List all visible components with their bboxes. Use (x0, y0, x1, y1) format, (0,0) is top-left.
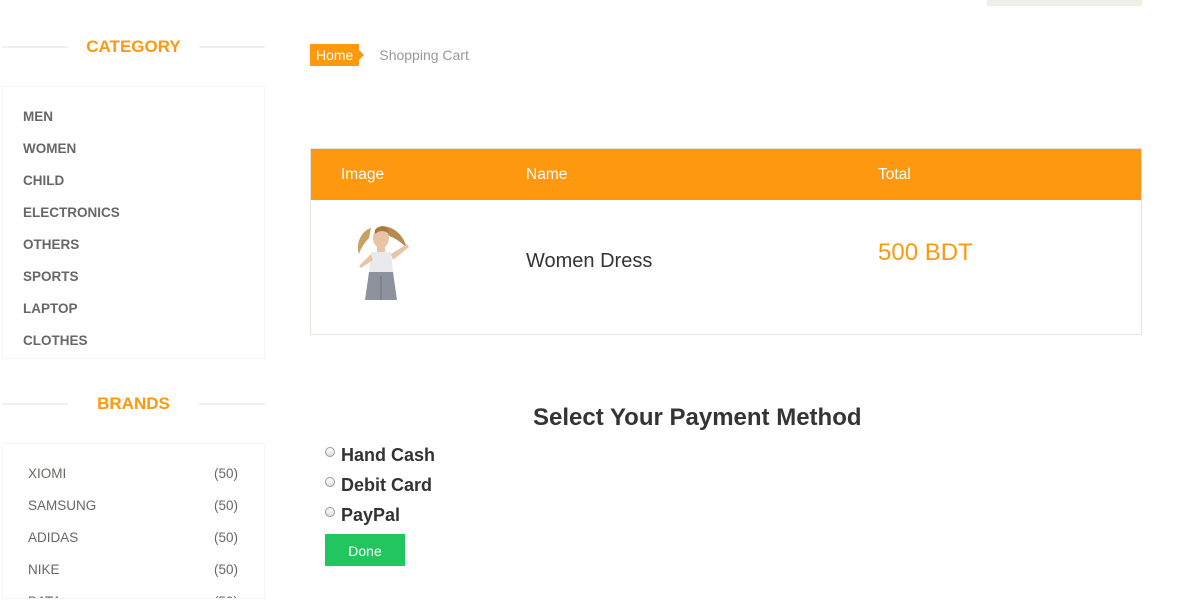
brand-count: (50) (213, 498, 238, 513)
cart-table-header: Image Name Total (311, 149, 1141, 200)
payment-option-label: Debit Card (341, 474, 433, 495)
payment-option-debit-card[interactable]: Debit Card (325, 470, 435, 500)
category-list: MEN WOMEN CHILD ELECTRONICS OTHERS SPORT… (2, 86, 265, 359)
header-total: Total (878, 166, 911, 183)
brand-item-adidas[interactable]: ADIDAS (50) (28, 522, 238, 554)
brand-count: (50) (213, 562, 238, 577)
payment-options: Hand Cash Debit Card PayPal (325, 440, 435, 530)
brands-list: XIOMI (50) SAMSUNG (50) ADIDAS (50) NIKE… (2, 443, 265, 599)
divider-left (2, 403, 68, 405)
category-item-sports[interactable]: SPORTS (23, 261, 244, 293)
divider-right (199, 403, 265, 405)
category-item-clothes[interactable]: CLOTHES (23, 325, 244, 357)
brand-item-samsung[interactable]: SAMSUNG (50) (28, 490, 238, 522)
brand-count: (50) (214, 586, 238, 598)
header-image: Image (341, 166, 385, 183)
payment-option-hand-cash[interactable]: Hand Cash (325, 440, 435, 470)
radio-button[interactable] (325, 447, 335, 457)
category-item-women[interactable]: WOMEN (23, 133, 244, 165)
brand-count: (50) (213, 530, 238, 545)
divider-right (199, 46, 265, 48)
breadcrumb-home-link[interactable]: Home (310, 44, 365, 66)
table-row: Women Dress 500 BDT (311, 200, 1141, 334)
radio-button[interactable] (325, 507, 335, 517)
brand-item-nike[interactable]: NIKE (50) (28, 554, 238, 586)
brand-item-bata[interactable]: BATA (50) (28, 586, 238, 598)
category-item-electronics[interactable]: ELECTRONICS (23, 197, 244, 229)
brand-item-xiomi[interactable]: XIOMI (50) (28, 458, 238, 490)
product-name[interactable]: Women Dress (526, 250, 652, 273)
radio-button[interactable] (325, 477, 335, 487)
brands-title: BRANDS (97, 394, 170, 413)
divider-left (2, 46, 68, 48)
payment-option-paypal[interactable]: PayPal (325, 500, 435, 530)
brand-name: BATA (28, 586, 61, 598)
sidebar: CATEGORY MEN WOMEN CHILD ELECTRONICS OTH… (2, 0, 265, 599)
payment-method-title: Select Your Payment Method (533, 404, 862, 431)
product-total: 500 BDT (878, 239, 973, 266)
brand-name: NIKE (28, 562, 60, 577)
cart-table: Image Name Total Women Dress 500 BDT (310, 148, 1142, 335)
brand-name: ADIDAS (28, 530, 79, 545)
header-name: Name (526, 166, 568, 183)
top-strip (987, 0, 1142, 6)
brand-count: (50) (213, 466, 238, 481)
payment-option-label: PayPal (341, 504, 401, 525)
category-item-child[interactable]: CHILD (23, 165, 244, 197)
category-title: CATEGORY (86, 37, 181, 56)
category-heading: CATEGORY (2, 28, 265, 66)
brand-name: XIOMI (28, 466, 67, 481)
brand-name: SAMSUNG (28, 498, 97, 513)
breadcrumb: Home Shopping Cart (310, 44, 469, 66)
payment-option-label: Hand Cash (341, 444, 436, 465)
category-item-laptop[interactable]: LAPTOP (23, 293, 244, 325)
category-item-others[interactable]: OTHERS (23, 229, 244, 261)
breadcrumb-current: Shopping Cart (379, 47, 469, 63)
woman-dress-photo[interactable] (341, 220, 421, 300)
done-button[interactable]: Done (325, 534, 405, 566)
category-item-men[interactable]: MEN (23, 101, 244, 133)
brands-heading: BRANDS (2, 385, 265, 423)
